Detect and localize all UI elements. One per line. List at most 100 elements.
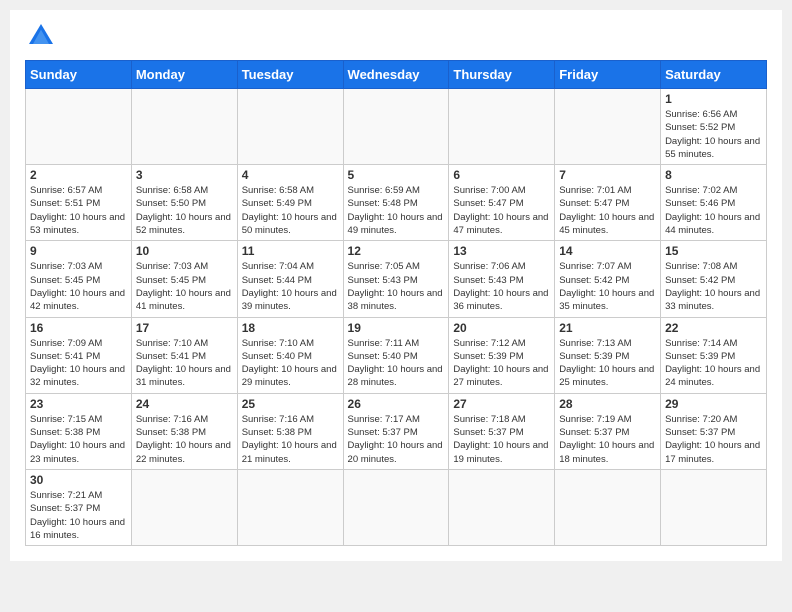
day-number: 4 [242, 168, 339, 182]
day-info: Sunrise: 7:16 AMSunset: 5:38 PMDaylight:… [242, 413, 339, 466]
day-info: Sunrise: 7:19 AMSunset: 5:37 PMDaylight:… [559, 413, 656, 466]
day-cell: 27Sunrise: 7:18 AMSunset: 5:37 PMDayligh… [449, 393, 555, 469]
weekday-header-monday: Monday [131, 61, 237, 89]
day-number: 26 [348, 397, 445, 411]
day-info: Sunrise: 7:08 AMSunset: 5:42 PMDaylight:… [665, 260, 762, 313]
day-cell: 7 Sunrise: 7:01 AMSunset: 5:47 PMDaylight… [555, 165, 661, 241]
day-cell: 1 Sunrise: 6:56 AMSunset: 5:52 PMDaylight… [661, 89, 767, 165]
day-number: 14 [559, 244, 656, 258]
day-info: Sunrise: 7:01 AMSunset: 5:47 PMDaylight:… [559, 184, 656, 237]
day-info: Sunrise: 7:12 AMSunset: 5:39 PMDaylight:… [453, 337, 550, 390]
day-cell: 4 Sunrise: 6:58 AMSunset: 5:49 PMDaylight… [237, 165, 343, 241]
day-cell: 29Sunrise: 7:20 AMSunset: 5:37 PMDayligh… [661, 393, 767, 469]
day-info: Sunrise: 7:16 AMSunset: 5:38 PMDaylight:… [136, 413, 233, 466]
day-info: Sunrise: 7:05 AMSunset: 5:43 PMDaylight:… [348, 260, 445, 313]
day-cell: 25 Sunrise: 7:16 AMSunset: 5:38 PMDayligh… [237, 393, 343, 469]
weekday-header-sunday: Sunday [26, 61, 132, 89]
day-number: 16 [30, 321, 127, 335]
day-number: 25 [242, 397, 339, 411]
day-number: 24 [136, 397, 233, 411]
day-cell: 17 Sunrise: 7:10 AMSunset: 5:41 PMDayligh… [131, 317, 237, 393]
day-cell: 8Sunrise: 7:02 AMSunset: 5:46 PMDaylight… [661, 165, 767, 241]
day-number: 11 [242, 244, 339, 258]
day-cell [343, 89, 449, 165]
day-cell [237, 469, 343, 545]
calendar-container: SundayMondayTuesdayWednesdayThursdayFrid… [10, 10, 782, 561]
day-cell [555, 469, 661, 545]
day-info: Sunrise: 7:11 AMSunset: 5:40 PMDaylight:… [348, 337, 445, 390]
day-number: 23 [30, 397, 127, 411]
day-info: Sunrise: 6:58 AMSunset: 5:49 PMDaylight:… [242, 184, 339, 237]
day-number: 6 [453, 168, 550, 182]
day-cell [131, 89, 237, 165]
weekday-header-tuesday: Tuesday [237, 61, 343, 89]
day-number: 1 [665, 92, 762, 106]
day-cell: 26Sunrise: 7:17 AMSunset: 5:37 PMDayligh… [343, 393, 449, 469]
day-cell: 28 Sunrise: 7:19 AMSunset: 5:37 PMDayligh… [555, 393, 661, 469]
day-info: Sunrise: 7:10 AMSunset: 5:41 PMDaylight:… [136, 337, 233, 390]
day-cell [449, 89, 555, 165]
day-cell: 14 Sunrise: 7:07 AMSunset: 5:42 PMDayligh… [555, 241, 661, 317]
day-info: Sunrise: 7:00 AMSunset: 5:47 PMDaylight:… [453, 184, 550, 237]
day-cell [131, 469, 237, 545]
logo [25, 20, 61, 52]
day-info: Sunrise: 7:06 AMSunset: 5:43 PMDaylight:… [453, 260, 550, 313]
day-cell: 11 Sunrise: 7:04 AMSunset: 5:44 PMDayligh… [237, 241, 343, 317]
day-number: 8 [665, 168, 762, 182]
day-number: 10 [136, 244, 233, 258]
day-number: 19 [348, 321, 445, 335]
day-cell [237, 89, 343, 165]
day-cell: 18 Sunrise: 7:10 AMSunset: 5:40 PMDayligh… [237, 317, 343, 393]
day-number: 3 [136, 168, 233, 182]
calendar-table: SundayMondayTuesdayWednesdayThursdayFrid… [25, 60, 767, 546]
day-info: Sunrise: 7:20 AMSunset: 5:37 PMDaylight:… [665, 413, 762, 466]
day-info: Sunrise: 7:07 AMSunset: 5:42 PMDaylight:… [559, 260, 656, 313]
logo-icon [25, 20, 57, 52]
day-cell [449, 469, 555, 545]
day-info: Sunrise: 7:15 AMSunset: 5:38 PMDaylight:… [30, 413, 127, 466]
day-number: 30 [30, 473, 127, 487]
weekday-header-friday: Friday [555, 61, 661, 89]
day-number: 7 [559, 168, 656, 182]
day-cell [343, 469, 449, 545]
day-info: Sunrise: 6:56 AMSunset: 5:52 PMDaylight:… [665, 108, 762, 161]
day-cell: 2Sunrise: 6:57 AMSunset: 5:51 PMDaylight… [26, 165, 132, 241]
week-row-3: 16Sunrise: 7:09 AMSunset: 5:41 PMDayligh… [26, 317, 767, 393]
day-number: 18 [242, 321, 339, 335]
day-number: 15 [665, 244, 762, 258]
day-cell: 6 Sunrise: 7:00 AMSunset: 5:47 PMDaylight… [449, 165, 555, 241]
day-cell: 3Sunrise: 6:58 AMSunset: 5:50 PMDaylight… [131, 165, 237, 241]
day-cell: 30 Sunrise: 7:21 AMSunset: 5:37 PMDayligh… [26, 469, 132, 545]
day-number: 9 [30, 244, 127, 258]
day-cell [555, 89, 661, 165]
day-info: Sunrise: 7:10 AMSunset: 5:40 PMDaylight:… [242, 337, 339, 390]
day-cell [26, 89, 132, 165]
week-row-5: 30 Sunrise: 7:21 AMSunset: 5:37 PMDayligh… [26, 469, 767, 545]
day-info: Sunrise: 7:21 AMSunset: 5:37 PMDaylight:… [30, 489, 127, 542]
day-cell: 21Sunrise: 7:13 AMSunset: 5:39 PMDayligh… [555, 317, 661, 393]
weekday-header-thursday: Thursday [449, 61, 555, 89]
day-cell: 9 Sunrise: 7:03 AMSunset: 5:45 PMDaylight… [26, 241, 132, 317]
day-info: Sunrise: 7:04 AMSunset: 5:44 PMDaylight:… [242, 260, 339, 313]
day-cell: 19 Sunrise: 7:11 AMSunset: 5:40 PMDayligh… [343, 317, 449, 393]
week-row-0: 1 Sunrise: 6:56 AMSunset: 5:52 PMDaylight… [26, 89, 767, 165]
day-number: 22 [665, 321, 762, 335]
day-info: Sunrise: 7:03 AMSunset: 5:45 PMDaylight:… [30, 260, 127, 313]
day-number: 17 [136, 321, 233, 335]
day-number: 2 [30, 168, 127, 182]
week-row-2: 9 Sunrise: 7:03 AMSunset: 5:45 PMDaylight… [26, 241, 767, 317]
day-number: 20 [453, 321, 550, 335]
day-number: 27 [453, 397, 550, 411]
day-cell: 12Sunrise: 7:05 AMSunset: 5:43 PMDayligh… [343, 241, 449, 317]
header [25, 20, 767, 52]
day-cell: 24 Sunrise: 7:16 AMSunset: 5:38 PMDayligh… [131, 393, 237, 469]
day-cell: 15 Sunrise: 7:08 AMSunset: 5:42 PMDayligh… [661, 241, 767, 317]
day-cell [661, 469, 767, 545]
weekday-header-wednesday: Wednesday [343, 61, 449, 89]
day-cell: 13Sunrise: 7:06 AMSunset: 5:43 PMDayligh… [449, 241, 555, 317]
day-cell: 5Sunrise: 6:59 AMSunset: 5:48 PMDaylight… [343, 165, 449, 241]
day-info: Sunrise: 7:03 AMSunset: 5:45 PMDaylight:… [136, 260, 233, 313]
weekday-header-row: SundayMondayTuesdayWednesdayThursdayFrid… [26, 61, 767, 89]
day-number: 28 [559, 397, 656, 411]
weekday-header-saturday: Saturday [661, 61, 767, 89]
